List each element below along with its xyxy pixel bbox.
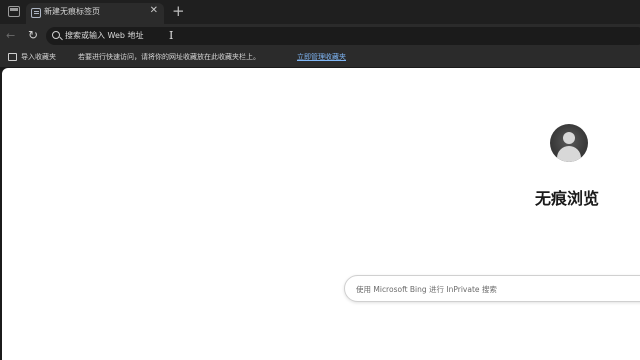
new-tab-page-icon — [31, 8, 41, 18]
toolbar: ← ↻ 搜索或输入 Web 地址 I — [0, 24, 640, 48]
import-favorites-button[interactable]: 导入收藏夹 — [21, 52, 56, 62]
search-input[interactable]: 使用 Microsoft Bing 进行 InPrivate 搜索 — [356, 284, 497, 295]
new-tab-button[interactable]: + — [172, 2, 185, 20]
tab-strip: 新建无痕标签页 ✕ + — [0, 0, 640, 24]
text-cursor-icon: I — [169, 29, 174, 42]
manage-favorites-link[interactable]: 立即管理收藏夹 — [297, 52, 346, 62]
favorites-bar: 导入收藏夹 若要进行快速访问，请将你的网址收藏放在此收藏夹栏上。 立即管理收藏夹 — [0, 48, 640, 67]
page-title: 无痕浏览 — [535, 189, 600, 208]
tab-close-icon[interactable]: ✕ — [150, 5, 158, 16]
address-bar[interactable]: 搜索或输入 Web 地址 I — [46, 27, 640, 45]
address-input[interactable]: 搜索或输入 Web 地址 — [65, 30, 144, 41]
search-icon — [52, 31, 60, 39]
inprivate-page: 无痕浏览 使用 Microsoft Bing 进行 InPrivate 搜索 — [2, 68, 640, 360]
back-icon[interactable]: ← — [6, 29, 15, 42]
import-favorites-icon[interactable] — [8, 53, 17, 61]
favorites-hint: 若要进行快速访问，请将你的网址收藏放在此收藏夹栏上。 — [78, 53, 260, 61]
tab-new-inprivate[interactable]: 新建无痕标签页 ✕ — [26, 3, 164, 24]
avatar-body — [557, 146, 581, 162]
refresh-icon[interactable]: ↻ — [28, 28, 38, 42]
tab-actions-icon[interactable] — [8, 6, 20, 17]
inprivate-avatar-icon — [550, 124, 588, 162]
avatar-head — [563, 132, 575, 144]
bing-search-box[interactable]: 使用 Microsoft Bing 进行 InPrivate 搜索 — [344, 275, 640, 302]
tab-title: 新建无痕标签页 — [44, 7, 100, 16]
